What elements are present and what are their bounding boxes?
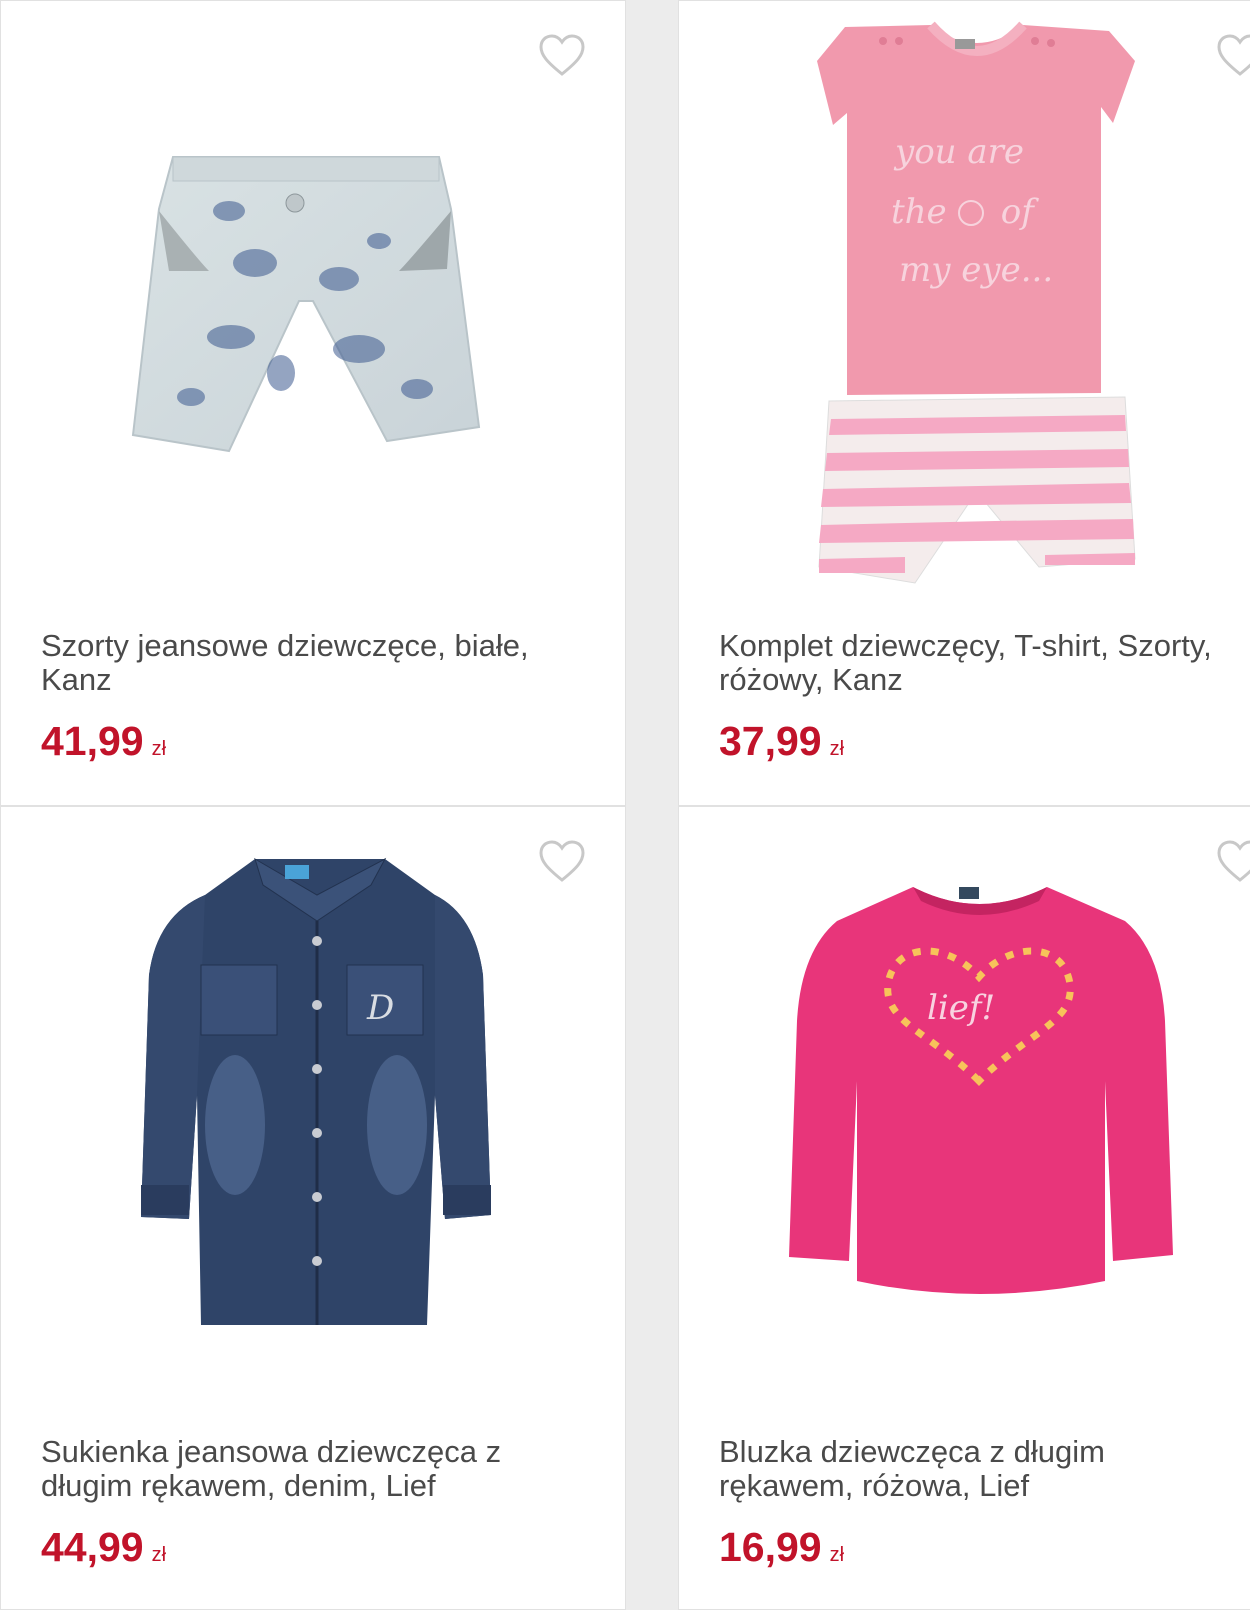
price-currency: zł — [829, 1544, 845, 1566]
product-title[interactable]: Bluzka dziewczęca z długim rękawem, różo… — [719, 1435, 1250, 1503]
product-title-line1: Szorty jeansowe dziewczęce, białe, — [41, 628, 529, 663]
price-currency: zł — [151, 1544, 167, 1566]
product-title[interactable]: Sukienka jeansowa dziewczęca z długim rę… — [41, 1435, 601, 1503]
product-image-denim-dress[interactable]: D — [1, 807, 625, 1417]
tshirt-print-line1: you are — [893, 132, 1024, 172]
product-title-line2: rękawem, różowa, Lief — [719, 1468, 1030, 1503]
product-card[interactable]: you are the of my eye... Komplet dziewcz… — [678, 0, 1250, 806]
tshirt-print-line2: the of — [891, 192, 1039, 232]
product-image-pink-set[interactable]: you are the of my eye... — [679, 1, 1250, 611]
price-value: 37,99 — [719, 718, 822, 764]
product-price: 41,99 zł — [41, 719, 166, 771]
denim-dress-image: D — [141, 857, 491, 1325]
product-title-line1: Sukienka jeansowa dziewczęca z — [41, 1434, 502, 1469]
tshirt-print-line3: my eye... — [899, 250, 1053, 290]
pink-top-image: lief! — [789, 887, 1173, 1294]
price-currency: zł — [151, 738, 167, 760]
product-title[interactable]: Szorty jeansowe dziewczęce, białe, Kanz — [41, 629, 601, 697]
product-image-denim-shorts[interactable] — [1, 1, 625, 611]
svg-text:D: D — [366, 988, 394, 1028]
price-value: 16,99 — [719, 1524, 822, 1570]
product-title-line2: długim rękawem, denim, Lief — [41, 1468, 436, 1503]
product-title-line2: Kanz — [41, 662, 112, 697]
price-value: 41,99 — [41, 718, 144, 764]
price-value: 44,99 — [41, 1524, 144, 1570]
wishlist-heart-icon[interactable] — [537, 837, 587, 887]
product-card[interactable]: D Sukienka jeansowa dziewczęca z długim … — [0, 806, 626, 1610]
price-currency: zł — [829, 738, 845, 760]
product-title-line2: różowy, Kanz — [719, 662, 903, 697]
denim-shorts-image — [131, 156, 481, 453]
wishlist-heart-icon[interactable] — [1215, 837, 1250, 887]
product-title-line1: Bluzka dziewczęca z długim — [719, 1434, 1105, 1469]
product-image-pink-top[interactable]: lief! — [679, 807, 1250, 1417]
product-price: 44,99 zł — [41, 1525, 166, 1577]
product-card[interactable]: lief! Bluzka dziewczęca z długim rękawem… — [678, 806, 1250, 1610]
product-title[interactable]: Komplet dziewczęcy, T-shirt, Szorty, róż… — [719, 629, 1250, 697]
product-title-line1: Komplet dziewczęcy, T-shirt, Szorty, — [719, 628, 1212, 663]
wishlist-heart-icon[interactable] — [1215, 31, 1250, 81]
product-price: 37,99 zł — [719, 719, 844, 771]
product-card[interactable]: Szorty jeansowe dziewczęce, białe, Kanz … — [0, 0, 626, 806]
product-price: 16,99 zł — [719, 1525, 844, 1577]
wishlist-heart-icon[interactable] — [537, 31, 587, 81]
pink-set-image: you are the of my eye... — [817, 21, 1136, 584]
top-print-text: lief! — [927, 988, 995, 1028]
